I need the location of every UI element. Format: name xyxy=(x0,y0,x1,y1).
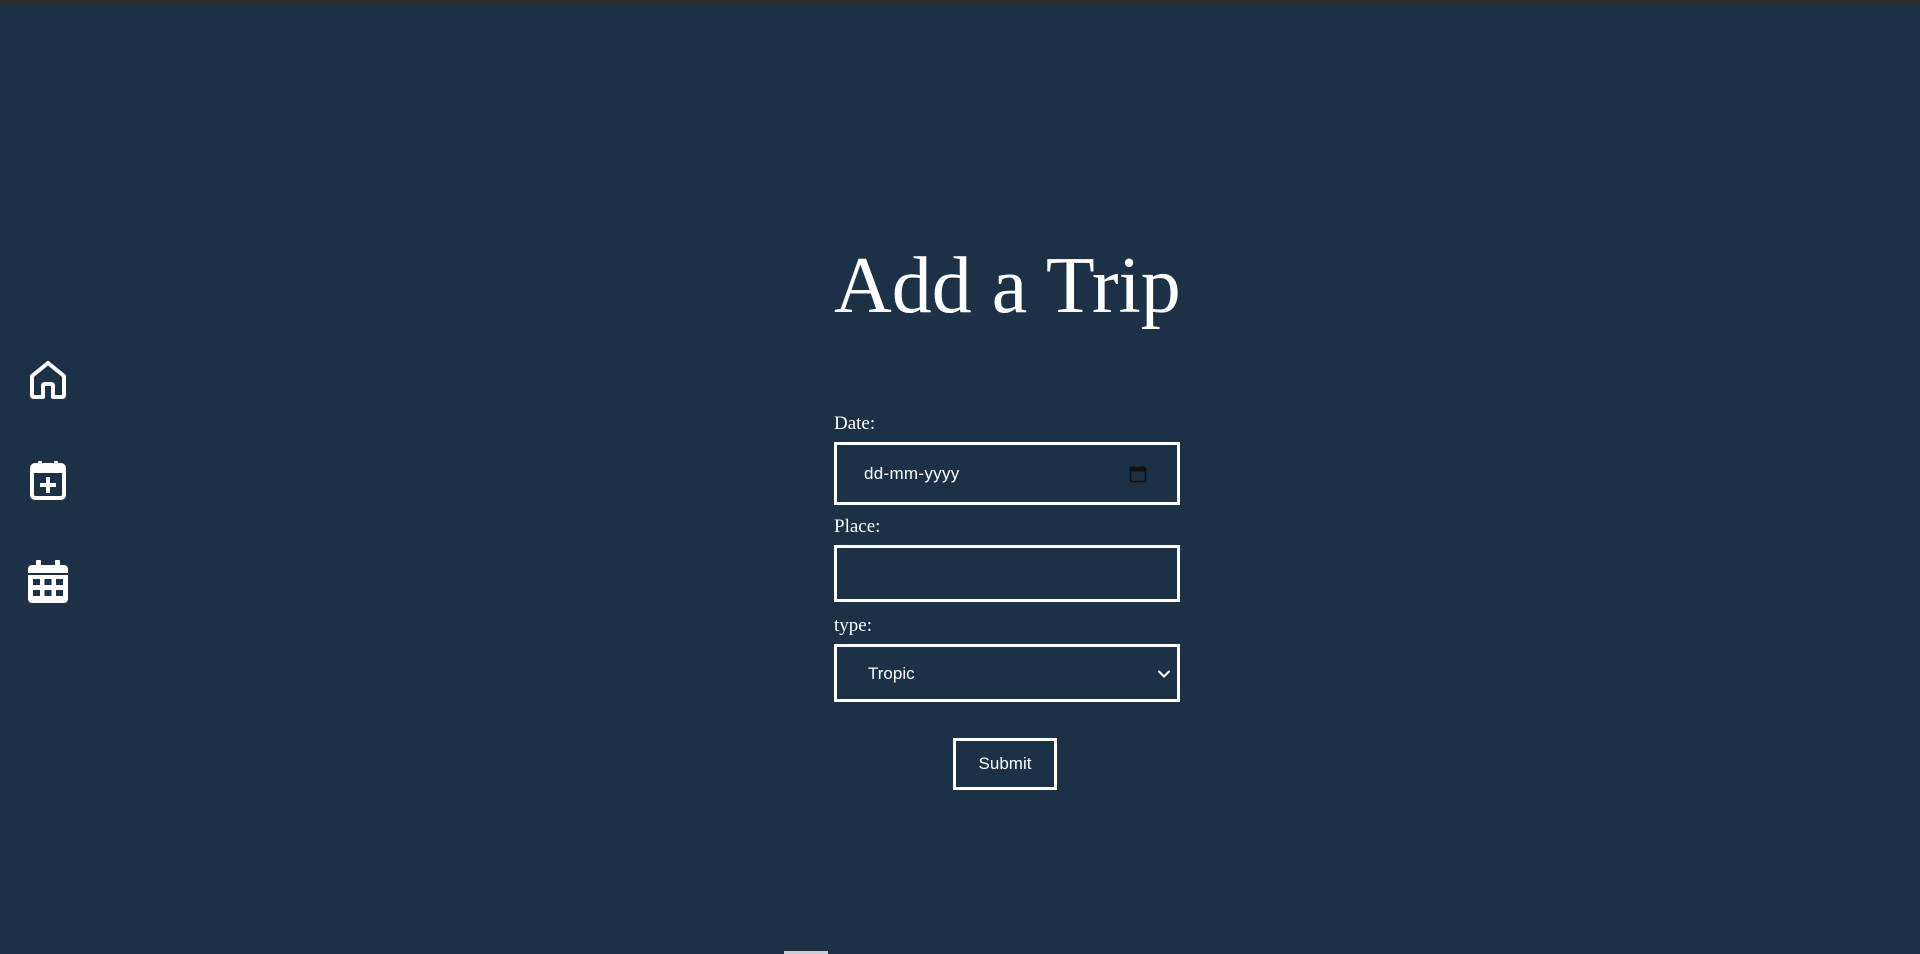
date-input[interactable]: dd-mm-yyyy xyxy=(834,442,1180,505)
place-field-box xyxy=(834,545,1180,602)
nav-trips-calendar[interactable] xyxy=(24,557,72,605)
type-label: type: xyxy=(834,615,872,636)
date-placeholder: dd-mm-yyyy xyxy=(864,464,960,483)
sidebar-nav xyxy=(24,355,72,658)
nav-home[interactable] xyxy=(24,355,72,403)
place-label: Place: xyxy=(834,516,881,537)
type-select[interactable]: Tropic xyxy=(834,644,1180,702)
calendar-plus-icon xyxy=(30,461,66,500)
calendar-picker-icon[interactable] xyxy=(1129,465,1147,483)
submit-row: Submit xyxy=(834,738,1180,790)
place-input[interactable] xyxy=(837,548,1177,599)
page-title: Add a Trip xyxy=(834,242,1181,330)
nav-add-trip[interactable] xyxy=(24,456,72,504)
type-selected-value: Tropic xyxy=(868,664,915,683)
main-content: Add a Trip Date: dd-mm-yyyy Place: type:… xyxy=(834,240,1181,790)
calendar-grid-icon xyxy=(28,560,68,603)
home-icon xyxy=(30,361,66,399)
add-trip-form: Date: dd-mm-yyyy Place: type: Tropic Sub… xyxy=(834,412,1180,790)
chevron-down-icon xyxy=(1158,670,1170,678)
date-label: Date: xyxy=(834,413,876,434)
submit-button[interactable]: Submit xyxy=(953,738,1057,790)
browser-top-edge xyxy=(0,0,1920,4)
